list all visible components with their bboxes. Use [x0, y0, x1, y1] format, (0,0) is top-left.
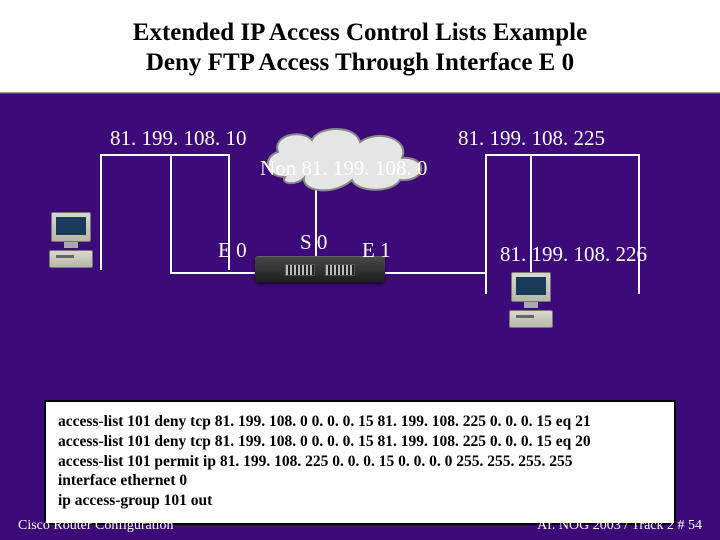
link-left-bus-drop-left — [100, 154, 102, 270]
iface-label-e0: E 0 — [218, 238, 247, 263]
acl-line: ip access-group 101 out — [58, 491, 662, 511]
iface-label-e1: E 1 — [362, 238, 391, 263]
link-right-bus-drop-left — [485, 154, 487, 294]
diagram-stage: 81. 199. 108. 10 81. 199. 108. 225 81. 1… — [0, 94, 720, 394]
slide-footer: Cisco Router Configuration Af. NOG 2003 … — [0, 518, 720, 534]
cloud-label: Non 81. 199. 108. 0 — [260, 156, 427, 181]
footer-left: Cisco Router Configuration — [18, 518, 174, 534]
ip-label-right-host: 81. 199. 108. 226 — [500, 242, 647, 267]
link-right-host-drop — [530, 154, 532, 274]
footer-right: Af. NOG 2003 / Track 2 # 54 — [537, 518, 702, 534]
acl-line: interface ethernet 0 — [58, 471, 662, 491]
ip-label-left-host: 81. 199. 108. 10 — [110, 126, 247, 151]
link-left-host-drop — [170, 154, 172, 274]
link-e0 — [170, 272, 256, 274]
acl-line: access-list 101 permit ip 81. 199. 108. … — [58, 452, 662, 472]
ip-label-right-subnet: 81. 199. 108. 225 — [458, 126, 605, 151]
pc-left-icon — [48, 212, 94, 270]
acl-config-box: access-list 101 deny tcp 81. 199. 108. 0… — [44, 400, 676, 525]
title-line-1: Extended IP Access Control Lists Example — [133, 19, 587, 46]
pc-right-icon — [508, 272, 554, 330]
iface-label-s0: S 0 — [300, 230, 327, 255]
link-left-bus — [100, 154, 230, 156]
title-line-2: Deny FTP Access Through Interface E 0 — [146, 49, 574, 76]
link-right-bus-drop-right — [638, 154, 640, 294]
acl-line: access-list 101 deny tcp 81. 199. 108. 0… — [58, 412, 662, 432]
link-right-bus — [485, 154, 640, 156]
link-e1 — [385, 272, 485, 274]
slide-title: Extended IP Access Control Lists Example… — [20, 18, 700, 78]
acl-line: access-list 101 deny tcp 81. 199. 108. 0… — [58, 432, 662, 452]
slide-header: Extended IP Access Control Lists Example… — [0, 0, 720, 92]
